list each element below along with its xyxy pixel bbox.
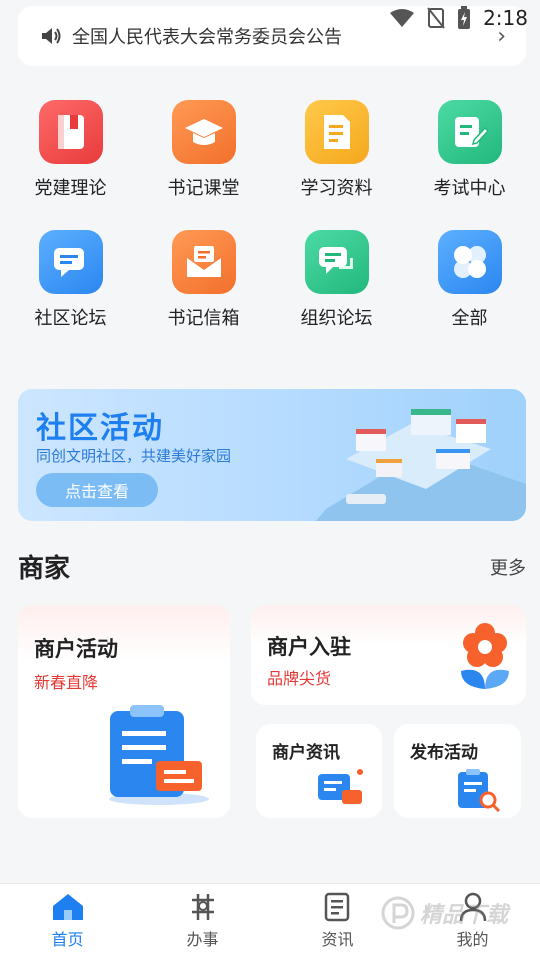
no-sim-icon xyxy=(427,7,445,29)
grid-item-label: 书记课堂 xyxy=(167,178,240,199)
watermark-logo-icon xyxy=(381,896,415,930)
party-book-icon xyxy=(38,100,103,164)
publish-activity-card[interactable]: 发布活动 xyxy=(394,724,521,818)
exam-edit-icon xyxy=(437,100,502,164)
banner-title: 社区活动 xyxy=(36,411,164,446)
feature-grid: 党建理论 书记课堂 学习资料 考试中心 社区论坛 书记信箱 组织论坛 全部 xyxy=(0,100,540,330)
publish-search-icon xyxy=(458,769,501,812)
merchant-join-card[interactable]: 商户入驻 品牌尖货 xyxy=(251,605,526,705)
chat-bubbles-icon xyxy=(304,230,369,294)
grid-item-label: 组织论坛 xyxy=(300,308,373,329)
banner-subtitle: 同创文明社区，共建美好家园 xyxy=(36,447,232,465)
grid-item-label: 考试中心 xyxy=(433,178,506,199)
graduation-cap-icon xyxy=(171,100,236,164)
flower-icon xyxy=(461,623,509,689)
grid-item-label: 社区论坛 xyxy=(34,308,107,329)
card-subtitle: 新春直降 xyxy=(34,673,99,692)
tab-news[interactable]: 资讯 xyxy=(283,884,393,960)
grid-item-org-forum[interactable]: 组织论坛 xyxy=(277,230,397,330)
grid-item-community-forum[interactable]: 社区论坛 xyxy=(11,230,131,330)
grid-item-all[interactable]: 全部 xyxy=(410,230,530,330)
section-title: 商家 xyxy=(18,554,71,584)
more-link[interactable]: 更多 xyxy=(490,554,526,580)
merchants-header: 商家 更多 xyxy=(18,548,526,585)
tab-services[interactable]: 办事 xyxy=(148,884,258,960)
city-illustration xyxy=(316,409,526,521)
merchant-news-card[interactable]: 商户资讯 xyxy=(256,724,382,818)
wifi-icon xyxy=(390,9,415,27)
speaker-icon xyxy=(42,28,61,44)
status-bar: 2:18 xyxy=(389,0,540,36)
card-title: 商户资讯 xyxy=(272,743,340,763)
tab-home[interactable]: 首页 xyxy=(13,884,123,960)
tab-label: 资讯 xyxy=(321,930,354,949)
card-title: 商户入驻 xyxy=(267,635,351,659)
watermark-text: 精品下载 xyxy=(420,903,509,928)
home-icon xyxy=(52,894,83,920)
grid-item-label: 全部 xyxy=(451,308,488,329)
grid-item-label: 学习资料 xyxy=(300,178,373,199)
merchant-activity-card[interactable]: 商户活动 新春直降 xyxy=(18,605,230,818)
community-activity-banner[interactable]: 社区活动 同创文明社区，共建美好家园 点击查看 xyxy=(18,389,526,521)
mailbox-icon xyxy=(171,230,236,294)
grid-item-exam-center[interactable]: 考试中心 xyxy=(410,100,530,200)
tab-label: 办事 xyxy=(186,930,219,949)
grid-item-label: 书记信箱 xyxy=(167,308,240,329)
battery-charging-icon xyxy=(458,6,471,29)
tab-label: 首页 xyxy=(51,930,84,949)
grid-item-secretary-mailbox[interactable]: 书记信箱 xyxy=(144,230,264,330)
news-chat-icon xyxy=(318,769,363,804)
watermark: 精品下载 xyxy=(380,895,508,931)
grid-item-party-theory[interactable]: 党建理论 xyxy=(11,100,131,200)
grid-item-label: 党建理论 xyxy=(34,178,107,199)
grid-item-study-materials[interactable]: 学习资料 xyxy=(277,100,397,200)
card-title: 发布活动 xyxy=(410,743,478,763)
chat-bubble-icon xyxy=(38,230,103,294)
clock: 2:18 xyxy=(483,6,528,30)
all-apps-icon xyxy=(437,230,502,294)
tasks-icon xyxy=(191,894,214,920)
card-title: 商户活动 xyxy=(34,637,118,661)
view-button[interactable]: 点击查看 xyxy=(36,473,158,507)
document-icon xyxy=(304,100,369,164)
news-icon xyxy=(324,892,349,922)
grid-item-secretary-class[interactable]: 书记课堂 xyxy=(144,100,264,200)
clipboard-icon xyxy=(109,705,209,805)
card-subtitle: 品牌尖货 xyxy=(267,669,332,688)
